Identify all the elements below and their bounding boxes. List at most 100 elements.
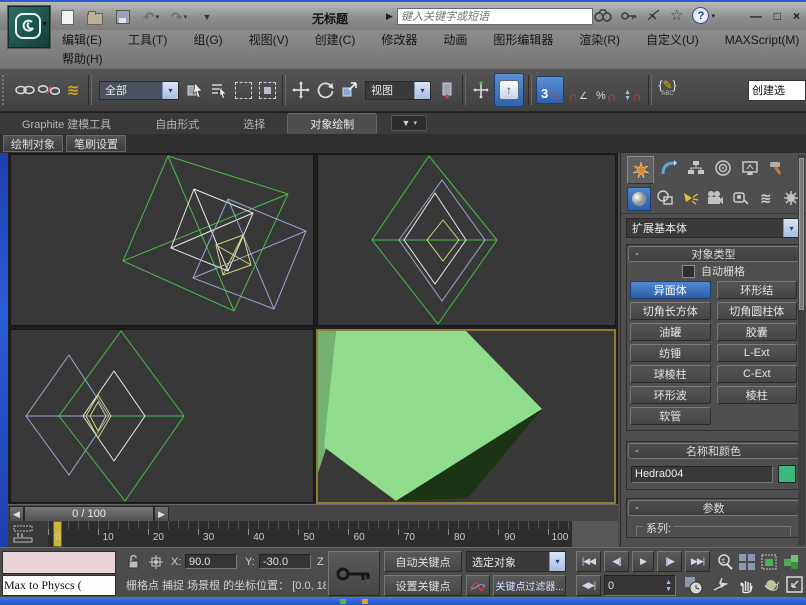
object-button-L-Ext[interactable]: L-Ext bbox=[717, 344, 798, 362]
object-button-纺锤[interactable]: 纺锤 bbox=[630, 344, 711, 362]
set-keys-button[interactable] bbox=[328, 551, 380, 596]
menu-item-5[interactable]: 修改器 bbox=[381, 31, 417, 48]
category-helpers[interactable] bbox=[730, 187, 752, 209]
absolute-mode-transform-icon[interactable] bbox=[148, 554, 164, 570]
zoom-region-icon[interactable]: ± bbox=[716, 553, 734, 571]
category-geometry-active[interactable] bbox=[627, 187, 651, 211]
autogrid-checkbox[interactable] bbox=[682, 265, 695, 278]
viewport-perspective-active[interactable] bbox=[316, 329, 616, 504]
ribbon-panel-button-0[interactable]: 绘制对象 bbox=[3, 135, 63, 152]
redo-button[interactable]: ↷▾ bbox=[170, 9, 188, 25]
category-dropdown[interactable]: 扩展基本体 ▾ bbox=[626, 218, 800, 238]
menu-item-11[interactable]: 帮助(H) bbox=[62, 50, 103, 67]
ribbon-tab-0[interactable]: Graphite 建模工具 bbox=[0, 114, 133, 134]
y-coordinate-field[interactable]: -30.0 bbox=[259, 554, 311, 569]
reference-coordinate-dropdown[interactable]: 视图 ▾ bbox=[365, 81, 431, 100]
mini-curve-editor-icon[interactable] bbox=[12, 524, 36, 544]
zoom-all-icon[interactable] bbox=[738, 553, 756, 571]
select-object-icon[interactable] bbox=[183, 74, 207, 106]
go-to-start-button[interactable]: |◀◀ bbox=[576, 551, 601, 572]
toolbar-overflow-icon[interactable]: ▼ bbox=[198, 9, 216, 25]
save-file-button[interactable] bbox=[114, 9, 132, 25]
time-configuration-icon[interactable] bbox=[684, 576, 703, 595]
minimize-button[interactable]: — bbox=[750, 9, 762, 23]
tab-create-active[interactable] bbox=[627, 156, 654, 184]
select-and-move-icon[interactable] bbox=[289, 74, 313, 106]
pan-hand-icon[interactable] bbox=[738, 576, 756, 594]
category-spacewarps[interactable]: ≋ bbox=[755, 187, 777, 209]
category-lights[interactable] bbox=[679, 187, 701, 209]
parameters-rollout-header[interactable]: - 参数 bbox=[628, 500, 799, 516]
select-and-link-icon[interactable] bbox=[13, 74, 37, 106]
menu-item-0[interactable]: 编辑(E) bbox=[62, 31, 102, 48]
play-button[interactable]: ▶ bbox=[632, 551, 654, 572]
tab-display[interactable] bbox=[737, 156, 762, 180]
key-filters-button[interactable]: 关键点过滤器... bbox=[493, 575, 566, 596]
undo-button[interactable]: ↶▾ bbox=[142, 9, 160, 25]
ribbon-tab-2[interactable]: 选择 bbox=[221, 114, 287, 134]
object-color-swatch[interactable] bbox=[778, 465, 796, 483]
ribbon-tab-1[interactable]: 自由形式 bbox=[133, 114, 221, 134]
set-key-button[interactable]: 设置关键点 bbox=[384, 575, 462, 596]
window-crossing-icon[interactable] bbox=[255, 74, 279, 106]
menu-item-10[interactable]: MAXScript(M) bbox=[725, 33, 800, 47]
menu-item-9[interactable]: 自定义(U) bbox=[646, 31, 699, 48]
search-expand-icon[interactable]: ▶ bbox=[386, 11, 393, 22]
open-file-button[interactable] bbox=[86, 9, 104, 25]
auto-key-button[interactable]: 自动关键点 bbox=[384, 551, 462, 572]
spinner-snap-toggle[interactable]: ▲▼∩ bbox=[620, 76, 645, 104]
viewport-top[interactable] bbox=[10, 154, 314, 326]
close-button[interactable]: × bbox=[793, 9, 800, 23]
named-selection-set-field[interactable]: 创建选 bbox=[748, 80, 806, 101]
object-button-C-Ext[interactable]: C-Ext bbox=[717, 365, 798, 383]
previous-frame-button[interactable]: ◀|| bbox=[604, 551, 629, 572]
object-button-切角圆柱体[interactable]: 切角圆柱体 bbox=[717, 302, 798, 320]
tab-utilities[interactable] bbox=[764, 156, 789, 180]
next-frame-arrow[interactable]: ▶ bbox=[154, 506, 169, 522]
tab-motion[interactable] bbox=[710, 156, 735, 180]
bind-to-spacewarp-icon[interactable]: ≋ bbox=[61, 74, 85, 106]
object-button-环形波[interactable]: 环形波 bbox=[630, 386, 711, 404]
search-binoculars-icon[interactable] bbox=[594, 9, 612, 22]
favorites-star-icon[interactable]: ☆ bbox=[670, 9, 683, 22]
percent-snap-toggle[interactable]: %∩ bbox=[592, 76, 620, 104]
go-to-end-button[interactable]: ▶▶| bbox=[685, 551, 710, 572]
menu-item-1[interactable]: 工具(T) bbox=[128, 31, 167, 48]
next-frame-button[interactable]: ||▶ bbox=[657, 551, 682, 572]
toolbar-drag-handle[interactable] bbox=[2, 75, 9, 105]
pan-view-arrow-icon[interactable] bbox=[712, 576, 730, 594]
edit-named-selection-sets-icon[interactable]: {✎}ABC bbox=[655, 74, 679, 106]
selection-lock-icon[interactable] bbox=[127, 554, 140, 570]
viewport-left[interactable] bbox=[10, 329, 314, 503]
scrollbar-thumb[interactable] bbox=[799, 158, 804, 310]
category-cameras[interactable] bbox=[704, 187, 726, 209]
ribbon-panel-button-1[interactable]: 笔刷设置 bbox=[66, 135, 126, 152]
maximize-button[interactable]: □ bbox=[774, 9, 781, 23]
selection-filter-set-dropdown[interactable]: 选定对象 ▾ bbox=[466, 551, 566, 572]
object-button-棱柱[interactable]: 棱柱 bbox=[717, 386, 798, 404]
menu-item-3[interactable]: 视图(V) bbox=[249, 31, 289, 48]
time-slider-button[interactable]: 0 / 100 bbox=[24, 506, 154, 522]
communication-center-icon[interactable] bbox=[646, 9, 661, 22]
select-and-manipulate-icon[interactable] bbox=[469, 74, 493, 106]
unlink-selection-icon[interactable] bbox=[37, 74, 61, 106]
use-pivot-center-icon[interactable] bbox=[435, 74, 459, 106]
new-file-button[interactable] bbox=[58, 9, 76, 25]
object-button-胶囊[interactable]: 胶囊 bbox=[717, 323, 798, 341]
category-shapes[interactable] bbox=[654, 187, 676, 209]
menu-item-6[interactable]: 动画 bbox=[443, 31, 467, 48]
object-type-rollout-header[interactable]: - 对象类型 bbox=[628, 246, 799, 262]
object-button-球棱柱[interactable]: 球棱柱 bbox=[630, 365, 711, 383]
menu-item-2[interactable]: 组(G) bbox=[193, 31, 222, 48]
key-mode-toggle-button[interactable]: ◀▶| bbox=[576, 575, 601, 596]
object-name-field[interactable]: Hedra004 bbox=[631, 466, 773, 483]
track-bar[interactable]: 0102030405060708090100 bbox=[8, 521, 618, 547]
object-button-异面体[interactable]: 异面体 bbox=[630, 281, 711, 299]
selection-filter-dropdown[interactable]: 全部 ▾ bbox=[99, 81, 179, 100]
ribbon-minimize-button[interactable]: ▼▾ bbox=[391, 115, 427, 131]
name-color-rollout-header[interactable]: - 名称和颜色 bbox=[628, 443, 799, 459]
zoom-extents-icon[interactable] bbox=[760, 553, 778, 571]
ribbon-tab-3[interactable]: 对象绘制 bbox=[287, 113, 377, 134]
application-menu-button[interactable]: ▼ bbox=[8, 6, 50, 48]
menu-item-8[interactable]: 渲染(R) bbox=[579, 31, 620, 48]
